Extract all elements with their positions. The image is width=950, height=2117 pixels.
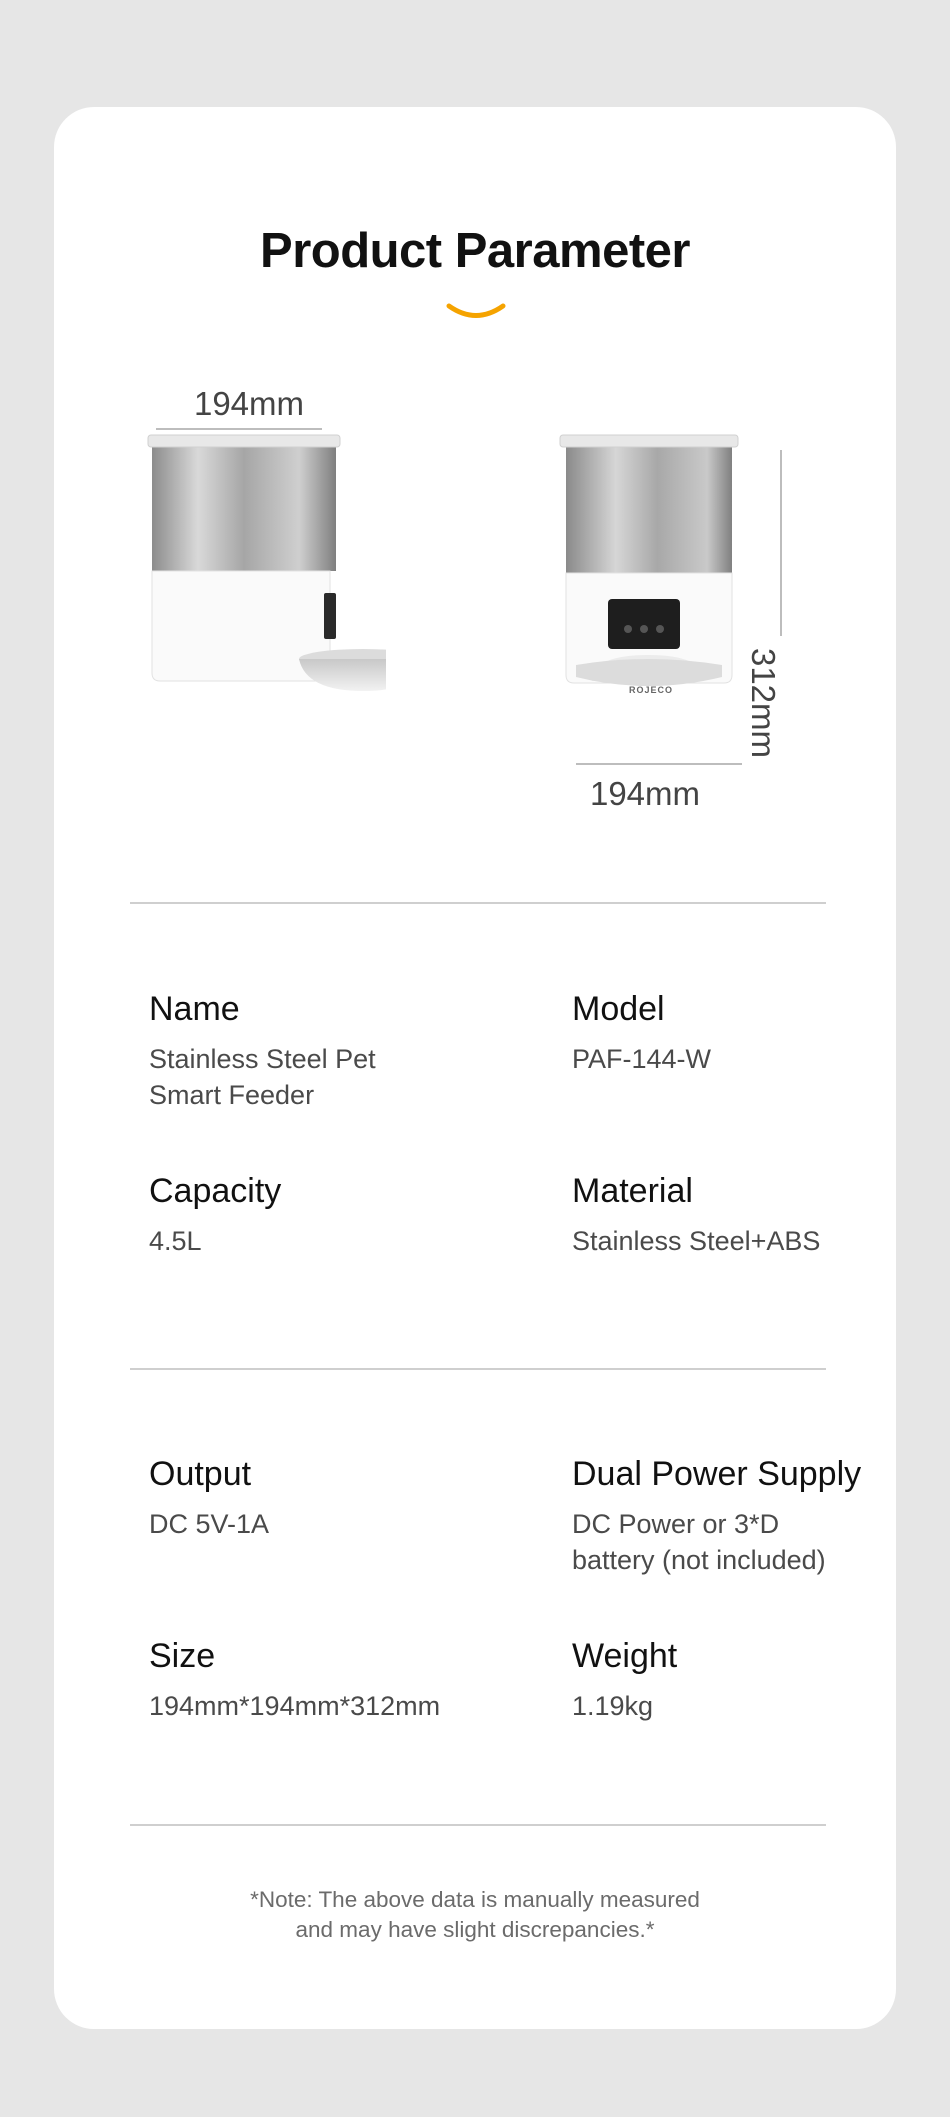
spec-material: Material Stainless Steel+ABS — [572, 1172, 820, 1259]
spec-capacity: Capacity 4.5L — [149, 1172, 281, 1259]
spec-size: Size 194mm*194mm*312mm — [149, 1637, 440, 1724]
product-parameter-card: Product Parameter 194mm ROJECO 312mm 194… — [54, 107, 896, 2029]
spec-weight: Weight 1.19kg — [572, 1637, 677, 1724]
spec-label: Model — [572, 990, 665, 1028]
spec-label: Capacity — [149, 1172, 282, 1210]
spec-value: DC 5V-1A — [149, 1509, 270, 1539]
brand-label: ROJECO — [629, 685, 674, 695]
spec-label: Size — [149, 1637, 216, 1675]
spec-power-supply: Dual Power Supply DC Power or 3*D batter… — [572, 1455, 861, 1578]
divider — [130, 1368, 826, 1370]
spec-value: Stainless Steel+ABS — [572, 1226, 821, 1256]
front-height-label: 312mm — [745, 647, 782, 759]
feeder-side-view-image — [147, 434, 386, 691]
spec-label: Dual Power Supply — [572, 1455, 862, 1493]
smile-accent-icon — [446, 303, 506, 318]
spec-name: Name Stainless Steel Pet Smart Feeder — [149, 990, 376, 1113]
side-width-label: 194mm — [193, 385, 305, 422]
front-height-line — [780, 450, 782, 636]
spec-model: Model PAF-144-W — [572, 990, 711, 1077]
side-width-line — [156, 428, 322, 430]
spec-label: Name — [149, 990, 240, 1028]
page-title: Product Parameter — [260, 224, 690, 278]
spec-label: Material — [572, 1172, 693, 1210]
footnote: *Note: The above data is manually measur… — [250, 1887, 700, 1942]
divider — [130, 1824, 826, 1826]
spec-output: Output DC 5V-1A — [149, 1455, 269, 1542]
spec-value: DC Power or 3*D battery (not included) — [572, 1509, 826, 1575]
spec-value: Stainless Steel Pet Smart Feeder — [149, 1044, 376, 1110]
spec-label: Weight — [572, 1637, 678, 1675]
front-width-line — [576, 763, 742, 765]
spec-value: 194mm*194mm*312mm — [149, 1691, 441, 1721]
spec-value: PAF-144-W — [572, 1044, 712, 1074]
divider — [130, 902, 826, 904]
front-width-label: 194mm — [589, 775, 701, 812]
spec-value: 1.19kg — [572, 1691, 654, 1721]
spec-label: Output — [149, 1455, 252, 1493]
spec-value: 4.5L — [149, 1226, 202, 1256]
